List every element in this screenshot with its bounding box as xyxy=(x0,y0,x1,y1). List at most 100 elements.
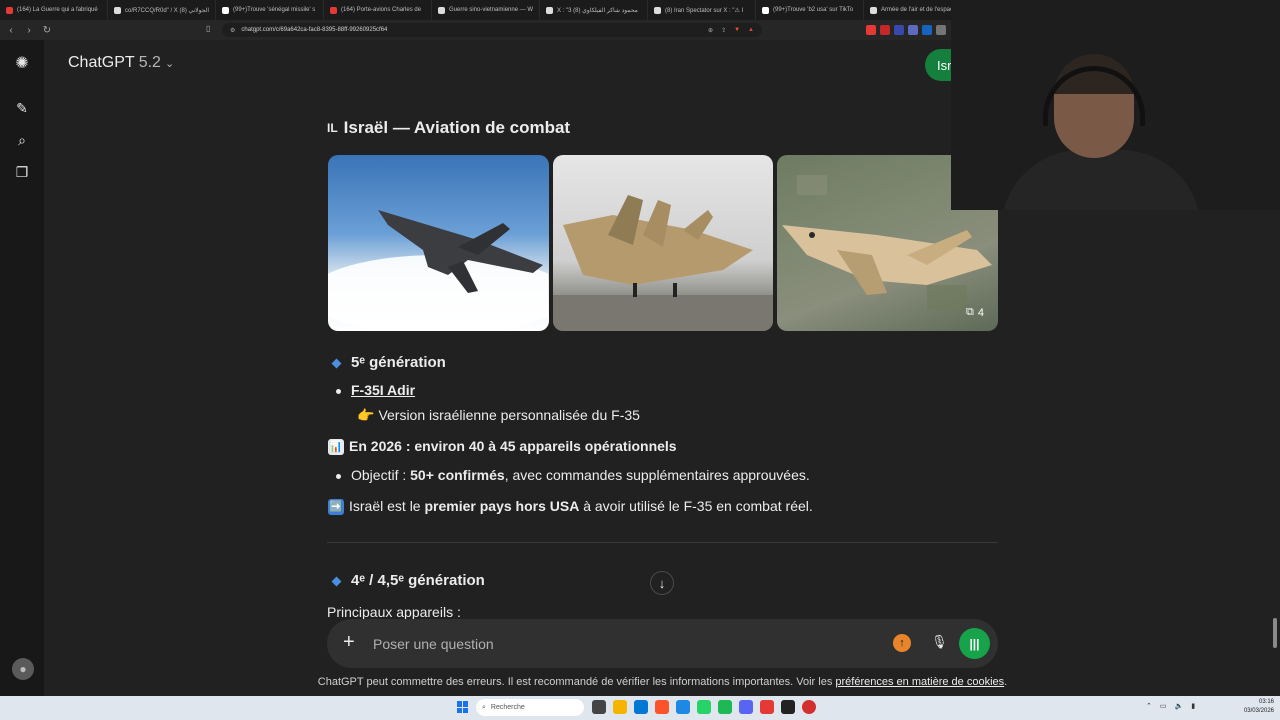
forward-icon[interactable]: › xyxy=(24,25,34,36)
app-icon[interactable] xyxy=(760,700,774,714)
page-scrollbar[interactable] xyxy=(1273,618,1277,648)
extension-icon[interactable] xyxy=(894,25,904,35)
f35-adir-link[interactable]: F-35I Adir xyxy=(351,382,415,398)
voice-mode-button[interactable]: ||| xyxy=(959,628,990,659)
browser-tab[interactable]: X : "3 محمود شاكر الفيلكاوي (8) xyxy=(540,0,648,20)
extension-icon[interactable] xyxy=(908,25,918,35)
windows-start-icon[interactable] xyxy=(457,701,469,713)
library-icon[interactable]: ❐ xyxy=(12,162,32,182)
brave-shield-icon[interactable]: ▼ xyxy=(734,27,740,34)
file-explorer-icon[interactable] xyxy=(613,700,627,714)
search-icon: ⌕ xyxy=(482,703,486,711)
back-icon[interactable]: ‹ xyxy=(6,25,16,36)
new-chat-icon[interactable]: ✎ xyxy=(12,98,32,118)
flag-il: IL xyxy=(327,121,338,135)
tab-favicon-icon xyxy=(6,6,13,14)
message-composer: + Poser une question ↑ 🎙 ||| xyxy=(327,619,998,668)
store-icon[interactable] xyxy=(634,700,648,714)
clock-time: 03:16 xyxy=(1258,699,1274,705)
tab-title: (164) La Guerre qui a fabriqué xyxy=(17,7,98,13)
f35-description: 👉 Version israélienne personnalisée du F-… xyxy=(357,407,640,424)
browser-tab[interactable]: (99+)Trouve 'sénégal missile' s xyxy=(216,0,324,20)
browser-tab[interactable]: (164) La Guerre qui a fabriqué xyxy=(0,0,108,20)
taskbar-apps xyxy=(592,700,816,714)
heading-4th-gen: 4ᵉ / 4,5ᵉ génération xyxy=(331,572,485,589)
objective-suffix: , avec commandes supplémentaires approuv… xyxy=(504,467,810,483)
f35-jet-image xyxy=(328,210,548,331)
prompt-input[interactable]: Poser une question xyxy=(373,636,494,652)
bullet-icon xyxy=(336,388,341,394)
share-icon[interactable]: ⇪ xyxy=(721,27,726,34)
images-icon: ⧉ xyxy=(966,306,974,318)
chart-icon: 📊 xyxy=(328,439,344,456)
gallery-image-f35[interactable] xyxy=(328,155,549,331)
stats-line-text: En 2026 : environ 40 à 45 appareils opér… xyxy=(349,438,677,454)
disclaimer: ChatGPT peut commettre des erreurs. Il e… xyxy=(0,676,1280,688)
scroll-down-button[interactable]: ↓ xyxy=(650,571,674,595)
site-info-icon[interactable]: ⚙ xyxy=(230,27,235,34)
tab-title: co/R7CCQ/R0d" / X (8) الجولاني xyxy=(125,7,210,14)
blue-diamond-icon xyxy=(331,576,342,586)
zoom-icon[interactable]: ⊕ xyxy=(708,27,713,34)
disclaimer-text: ChatGPT peut commettre des erreurs. Il e… xyxy=(317,676,836,688)
rewards-icon[interactable]: ▲ xyxy=(748,27,754,34)
browser-tab[interactable]: (164) Porte-avions Charles de xyxy=(324,0,432,20)
brave-icon[interactable] xyxy=(655,700,669,714)
chevron-up-icon[interactable]: ⌃ xyxy=(1146,702,1152,710)
whatsapp-icon[interactable] xyxy=(697,700,711,714)
bookmark-icon[interactable]: ▯ xyxy=(206,24,210,33)
model-selector[interactable]: ChatGPT 5.2 ⌄ xyxy=(68,54,174,72)
search-icon[interactable]: ⌕ xyxy=(12,130,32,150)
network-icon[interactable]: ▭ xyxy=(1160,702,1167,710)
microphone-icon[interactable]: 🎙 xyxy=(931,634,948,650)
bullet-icon xyxy=(336,473,341,479)
arrow-down-icon: ↓ xyxy=(658,575,666,591)
spotify-icon[interactable] xyxy=(718,700,732,714)
app-icon[interactable] xyxy=(676,700,690,714)
section-divider xyxy=(327,542,998,543)
tab-title: X : "3 محمود شاكر الفيلكاوي (8) xyxy=(557,7,638,14)
objective-prefix: Objectif : xyxy=(351,467,411,483)
extension-icon[interactable] xyxy=(936,25,946,35)
openai-logo-icon[interactable]: ✺ xyxy=(12,53,32,73)
browser-tab[interactable]: (99+)Trouve 'b2 usa' sur TikTo xyxy=(756,0,864,20)
browser-tab[interactable]: (8) Iran Spectator sur X : "⚠ I xyxy=(648,0,756,20)
tab-title: (8) Iran Spectator sur X : "⚠ I xyxy=(665,7,744,14)
taskbar-clock[interactable]: 03:16 03/03/2026 xyxy=(1240,698,1274,716)
add-attachment-icon[interactable]: + xyxy=(343,631,355,654)
blue-diamond-icon xyxy=(331,358,342,368)
extension-icon[interactable] xyxy=(880,25,890,35)
app-icon[interactable] xyxy=(802,700,816,714)
tab-favicon-icon xyxy=(870,6,877,14)
model-version: 5.2 xyxy=(138,54,161,71)
chevron-down-icon: ⌄ xyxy=(164,57,175,70)
browser-tab[interactable]: co/R7CCQ/R0d" / X (8) الجولاني xyxy=(108,0,216,20)
upload-arrow-icon[interactable]: ↑ xyxy=(893,634,911,652)
taskbar-search[interactable]: ⌕ Recherche xyxy=(476,699,584,716)
extension-icon[interactable] xyxy=(866,25,876,35)
volume-icon[interactable]: 🔈 xyxy=(1175,702,1184,710)
webcam-shoulders xyxy=(1001,150,1201,210)
windows-taskbar: ⌕ Recherche ⌃ ▭ 🔈 ▮ 03:16 03/03/2026 xyxy=(0,696,1280,720)
address-bar[interactable]: ⚙ chatgpt.com/c/69a642ca-fac8-8395-88ff-… xyxy=(222,23,762,37)
fact-prefix: Israël est le xyxy=(349,498,425,514)
app-icon[interactable] xyxy=(781,700,795,714)
fact-bold: premier pays hors USA xyxy=(424,498,580,514)
gallery-more-count[interactable]: ⧉ 4 xyxy=(966,306,984,319)
gallery-image-f15[interactable] xyxy=(552,155,774,331)
extensions-area xyxy=(866,25,946,35)
share-button-label: Isr xyxy=(937,57,952,73)
battery-icon[interactable]: ▮ xyxy=(1191,702,1195,710)
cookie-preferences-link[interactable]: préférences en matière de cookies xyxy=(835,676,1004,688)
tab-favicon-icon xyxy=(438,6,445,14)
app-icon[interactable] xyxy=(739,700,753,714)
gallery-count-text: 4 xyxy=(977,306,985,319)
extension-icon[interactable] xyxy=(922,25,932,35)
f15-jet-image xyxy=(552,195,773,331)
fact-line: ➡️ Israël est le premier pays hors USA à … xyxy=(328,498,813,516)
main-devices-label: Principaux appareils : xyxy=(327,604,461,620)
browser-tab[interactable]: Guerre sino-vietnamienne — W xyxy=(432,0,540,20)
reload-icon[interactable]: ↻ xyxy=(42,25,52,36)
task-view-icon[interactable] xyxy=(592,700,606,714)
tab-title: (164) Porte-avions Charles de xyxy=(341,7,422,13)
